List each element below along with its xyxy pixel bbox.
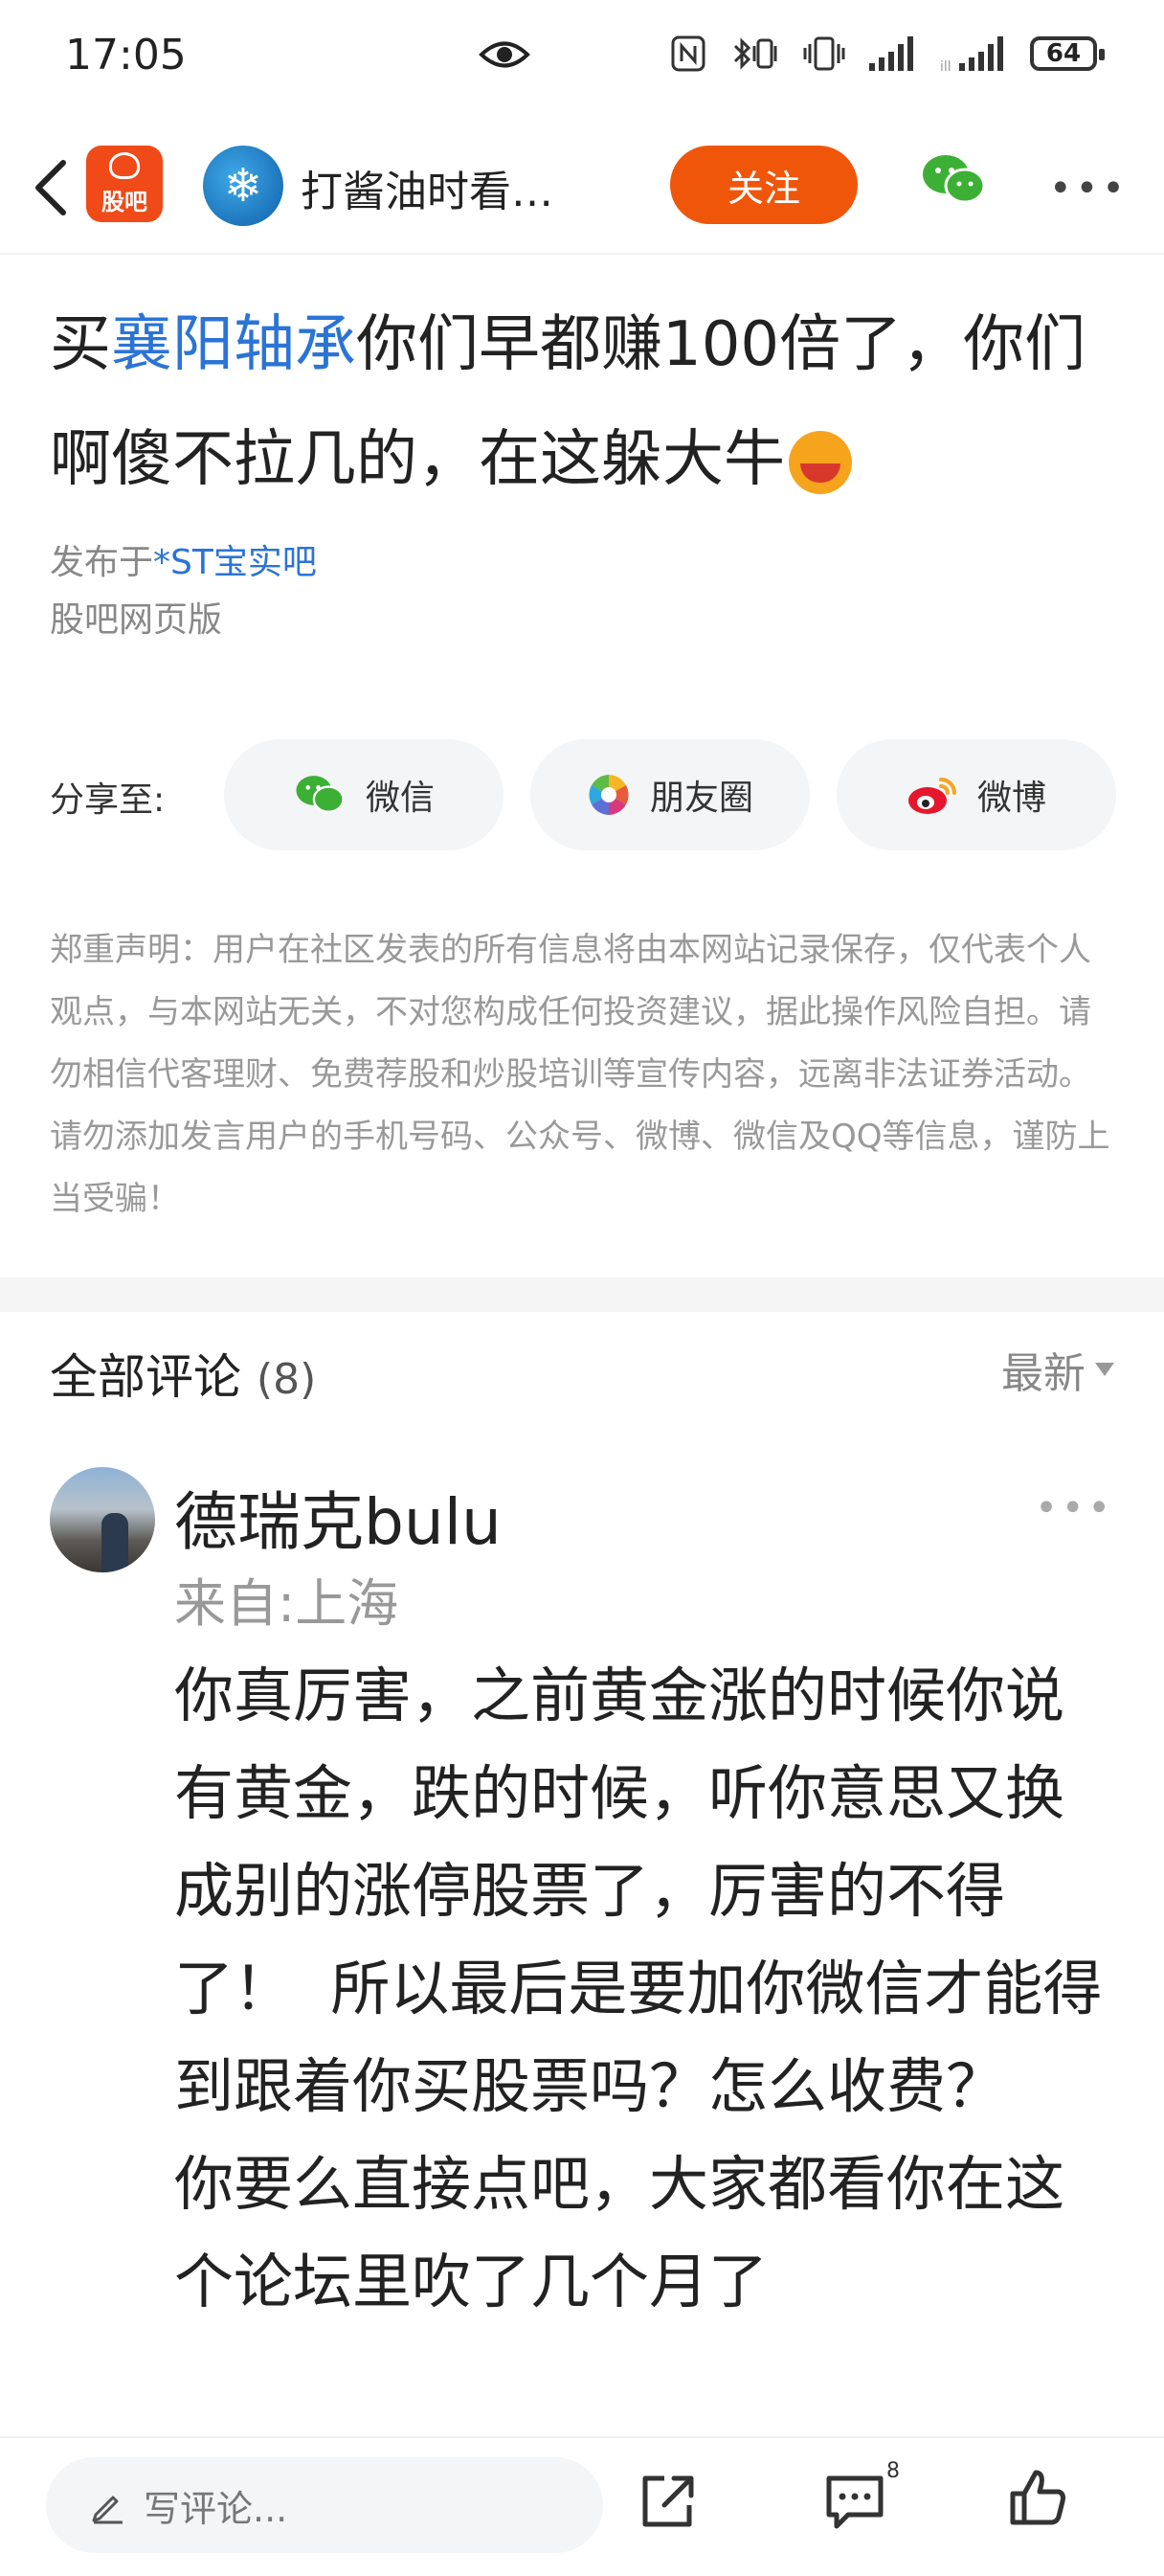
status-icons: ill 64: [670, 34, 1105, 73]
comment-author-avatar[interactable]: [50, 1467, 155, 1572]
comment-icon[interactable]: [823, 2469, 886, 2532]
follow-button[interactable]: 关注: [670, 146, 858, 224]
more-options-icon[interactable]: •••: [1049, 167, 1129, 211]
wechat-share-icon[interactable]: [919, 151, 988, 209]
signal-2-icon: ill: [940, 36, 1003, 73]
eye-icon: [479, 41, 530, 68]
guba-app-logo[interactable]: 股吧: [86, 146, 163, 222]
bottom-action-bar: 写评论... 8: [0, 2436, 1164, 2576]
post-source: 股吧网页版: [50, 600, 223, 640]
share-label: 分享至:: [50, 780, 166, 820]
signal-icon: [869, 36, 913, 71]
title-prefix: 买: [50, 309, 111, 380]
dropdown-triangle-icon: [1095, 1363, 1114, 1376]
sort-dropdown[interactable]: 最新: [1001, 1339, 1114, 1400]
moments-icon: [589, 775, 629, 815]
section-separator: [0, 1277, 1164, 1312]
comment-input[interactable]: 写评论...: [46, 2457, 603, 2553]
vibrate-icon: [803, 36, 845, 71]
comment-more-icon[interactable]: •••: [1035, 1486, 1114, 1530]
back-arrow-icon[interactable]: [29, 157, 71, 218]
stock-link[interactable]: 襄阳轴承: [111, 309, 356, 380]
bar-avatar[interactable]: ❄: [203, 146, 283, 226]
comment-location: 来自:上海: [174, 1573, 399, 1634]
share-moments-button[interactable]: 朋友圈: [530, 739, 810, 850]
comments-count: (8): [256, 1355, 317, 1404]
comments-header: 全部评论 (8): [50, 1339, 316, 1408]
weibo-icon: [907, 778, 956, 814]
wechat-icon: [296, 776, 345, 813]
pencil-icon: [92, 2496, 123, 2524]
top-navigation: 股吧 ❄ 打酱油时看… 关注 •••: [0, 134, 1164, 259]
thumbs-up-icon[interactable]: [1007, 2467, 1070, 2530]
post-title: 买襄阳轴承你们早都赚100倍了，你们啊傻不拉几的，在这躲大牛: [50, 287, 1122, 517]
comment-text: 你真厉害，之前黄金涨的时候你说有黄金，跌的时候，听你意思又换成别的涨停股票了，厉…: [174, 1661, 1103, 2316]
share-wechat-button[interactable]: 微信: [224, 739, 504, 850]
battery-indicator: 64: [1030, 36, 1105, 71]
nfc-icon: [671, 35, 705, 72]
comments-title: 全部评论: [50, 1349, 241, 1405]
logo-mark-icon: [109, 151, 140, 179]
disclaimer-text: 郑重声明：用户在社区发表的所有信息将由本网站记录保存，仅代表个人观点，与本网站无…: [50, 931, 1110, 1218]
laughing-emoji-icon: [789, 431, 852, 495]
post-published-in: 发布于*ST宝实吧: [50, 543, 317, 582]
svg-text:ill: ill: [940, 59, 951, 73]
status-time: 17:05: [65, 31, 187, 79]
bar-name[interactable]: 打酱油时看…: [301, 157, 553, 218]
comment-placeholder: 写评论...: [144, 2487, 288, 2530]
divider: [0, 253, 1164, 255]
share-weibo-button[interactable]: 微博: [837, 739, 1116, 850]
comment-author-name[interactable]: 德瑞克bulu: [174, 1471, 502, 1563]
bar-link[interactable]: *ST宝实吧: [153, 543, 317, 582]
app-logo-text: 股吧: [101, 188, 147, 215]
bluetooth-vibrate-icon: [733, 37, 777, 70]
share-out-icon[interactable]: [636, 2471, 699, 2534]
status-bar: 17:05 ill 64: [0, 0, 1164, 115]
comment-count-badge: 8: [886, 2459, 900, 2483]
